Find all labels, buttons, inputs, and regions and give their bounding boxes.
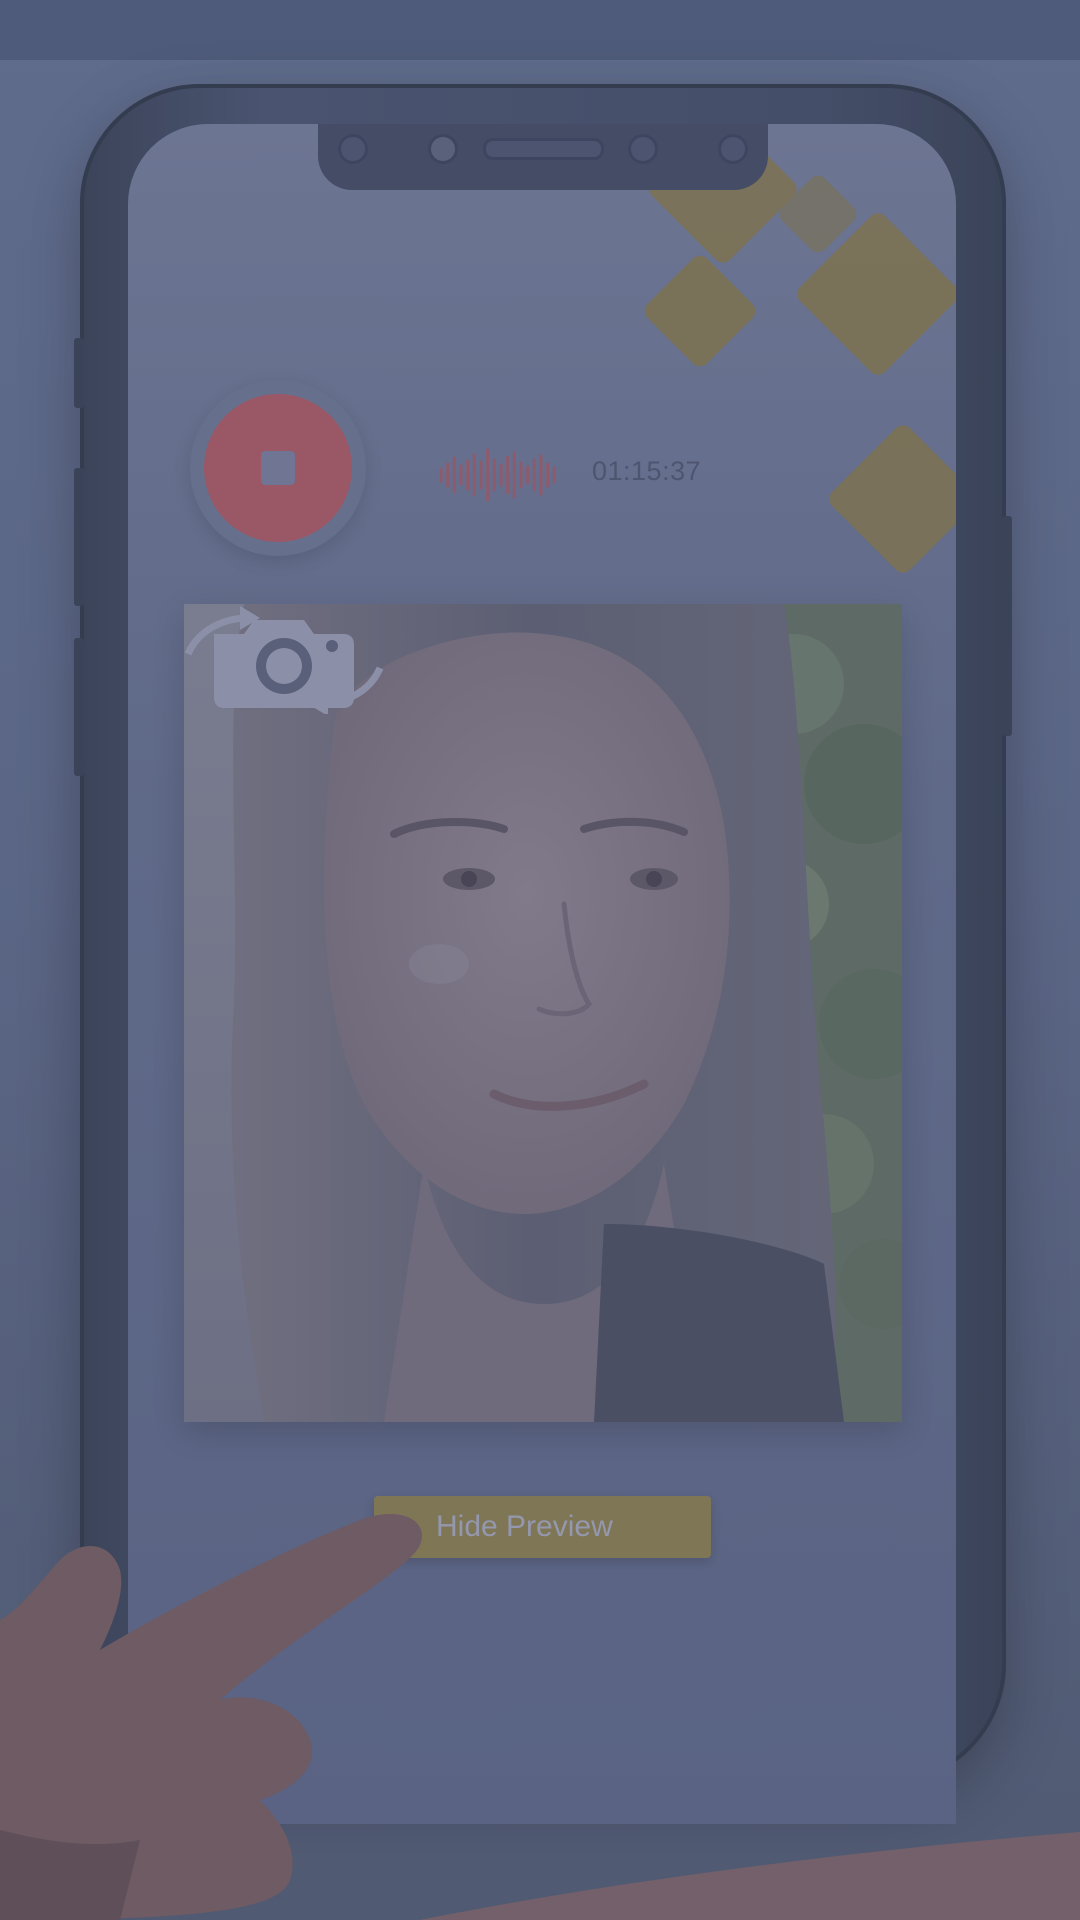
record-indicator [204,394,352,542]
light-sensor-icon [718,134,748,164]
camera-feed-image [184,604,902,1422]
proximity-sensor-icon [628,134,658,164]
phone-power-button [1002,516,1012,736]
phone-volume-up-button [74,468,84,606]
phone-volume-down-button [74,638,84,776]
camera-preview [184,604,902,1422]
phone-side-button [74,338,84,408]
stop-icon [261,451,295,485]
phone-notch [318,124,768,190]
front-sensor-icon [338,134,368,164]
decorative-diamond [640,251,760,371]
decorative-diamond [825,421,956,577]
recording-timer: 01:15:37 [592,456,702,486]
audio-waveform-icon [439,448,556,502]
top-bar [0,0,1080,60]
hide-preview-button[interactable]: Hide Preview [374,1496,711,1558]
earpiece-speaker [483,138,604,160]
camera-switch-icon[interactable] [184,604,384,714]
stop-recording-button[interactable] [190,380,366,556]
bottom-decoration [420,1832,1080,1920]
front-camera-icon [428,134,458,164]
